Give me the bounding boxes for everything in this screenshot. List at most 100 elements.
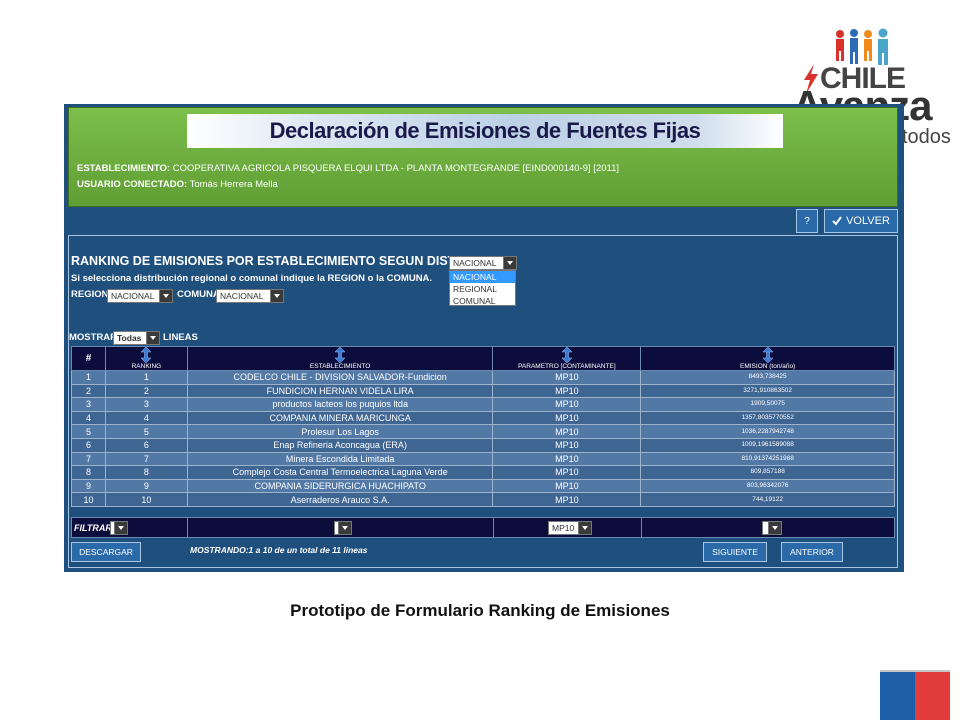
comuna-select[interactable]: NACIONAL: [216, 289, 284, 303]
anterior-button-label: ANTERIOR: [790, 547, 834, 557]
table-row[interactable]: 2 2 FUNDICION HERNAN VIDELA LIRA MP10 3271,9…: [71, 383, 895, 399]
slide-caption: Prototipo de Formulario Ranking de Emisi…: [290, 601, 670, 620]
ranking-instructions: Si selecciona distribución regional o co…: [71, 273, 433, 284]
dropdown-option-comunal[interactable]: COMUNAL: [450, 295, 515, 307]
row-establecimiento: COMPANIA SIDERURGICA HUACHIPATO: [186, 478, 494, 494]
check-icon: [832, 216, 842, 226]
row-parametro: MP10: [492, 397, 642, 412]
table-row[interactable]: 10 10 Aserraderos Arauco S.A. MP10 744,19122: [71, 492, 895, 507]
table-row[interactable]: 7 7 Minera Escondida Limitada MP10 810,91374…: [71, 451, 895, 467]
descargar-button[interactable]: DESCARGAR: [71, 542, 141, 562]
table-row[interactable]: 5 5 Prolesur Los Lagos MP10 1036,2287942748: [71, 424, 895, 439]
page-title: Declaración de Emisiones de Fuentes Fija…: [269, 118, 701, 143]
app-frame: Declaración de Emisiones de Fuentes Fija…: [64, 104, 904, 572]
row-ranking: 7: [104, 451, 188, 467]
filtrar-label: FILTRAR: [74, 523, 112, 533]
row-emision: 809,857188: [640, 465, 895, 480]
row-ranking: 4: [104, 410, 188, 426]
row-parametro: MP10: [492, 410, 642, 426]
table-row[interactable]: 8 8 Complejo Costa Central Termoelectrica …: [71, 465, 895, 480]
row-ranking: 9: [104, 478, 188, 494]
table-row[interactable]: 1 1 CODELCO CHILE - DIVISION SALVADOR-Fund…: [71, 370, 895, 385]
column-header-ranking[interactable]: RANKING: [104, 346, 188, 371]
row-establecimiento: CODELCO CHILE - DIVISION SALVADOR-Fundic…: [186, 370, 494, 385]
filter-row: FILTRAR MP10: [71, 517, 895, 538]
row-number: 10: [71, 492, 106, 507]
row-emision: 3271,910863502: [640, 383, 895, 399]
help-button[interactable]: ?: [796, 209, 818, 233]
row-parametro: MP10: [492, 478, 642, 494]
chevron-down-icon[interactable]: [338, 522, 351, 534]
distribucion-select-value: NACIONAL: [453, 258, 497, 268]
row-establecimiento: FUNDICION HERNAN VIDELA LIRA: [186, 383, 494, 399]
table-row[interactable]: 9 9 COMPANIA SIDERURGICA HUACHIPATO MP10 803…: [71, 478, 895, 494]
ranking-panel: RANKING DE EMISIONES POR ESTABLECIMIENTO…: [68, 235, 898, 568]
mostrar-select[interactable]: Todas: [113, 331, 160, 345]
chevron-down-icon[interactable]: [578, 522, 591, 534]
row-number: 7: [71, 451, 106, 467]
column-header-parametro[interactable]: PARAMETRO [CONTAMINANTE]: [492, 346, 642, 371]
filter-ranking-select[interactable]: [110, 521, 128, 535]
table-row[interactable]: 4 4 COMPANIA MINERA MARICUNGA MP10 1357,8035…: [71, 410, 895, 426]
establecimiento-value: COOPERATIVA AGRICOLA PISQUERA ELQUI LTDA…: [172, 163, 620, 174]
chevron-down-icon[interactable]: [768, 522, 781, 534]
sort-arrows-icon[interactable]: [762, 347, 774, 363]
row-emision: 1909,50075: [640, 397, 895, 412]
filter-parametro-select[interactable]: MP10: [548, 521, 592, 535]
row-emision: 8493,738425: [640, 370, 895, 385]
anterior-button[interactable]: ANTERIOR: [781, 542, 843, 562]
row-establecimiento: Aserraderos Arauco S.A.: [186, 492, 494, 507]
chevron-down-icon[interactable]: [114, 522, 127, 534]
filter-parametro-value: MP10: [552, 523, 575, 533]
chevron-down-icon[interactable]: [146, 332, 159, 344]
ranking-table: # RANKING ESTABLECIMIENTO PARAMETRO [CON…: [71, 346, 895, 507]
row-number: 2: [71, 383, 106, 399]
row-parametro: MP10: [492, 370, 642, 385]
row-number: 5: [71, 424, 106, 439]
column-header-establecimiento[interactable]: ESTABLECIMIENTO: [186, 346, 494, 371]
establecimiento-label: ESTABLECIMIENTO:: [77, 163, 171, 174]
row-ranking: 8: [104, 465, 188, 480]
row-parametro: MP10: [492, 451, 642, 467]
usuario-label: USUARIO CONECTADO:: [77, 179, 188, 190]
row-number: 3: [71, 397, 106, 412]
filter-emision-select[interactable]: [762, 521, 782, 535]
region-select[interactable]: NACIONAL: [107, 289, 173, 303]
sort-arrows-icon[interactable]: [140, 347, 153, 363]
row-establecimiento: productos lacteos los puquios ltda: [186, 397, 494, 412]
row-number: 4: [71, 410, 106, 426]
table-row[interactable]: 6 6 Enap Refineria Aconcagua (ERA) MP10 1009…: [71, 437, 895, 453]
siguiente-button-label: SIGUIENTE: [712, 547, 758, 557]
row-ranking: 6: [104, 437, 188, 453]
column-header-number: #: [71, 346, 106, 371]
sort-arrows-icon[interactable]: [561, 347, 573, 363]
distribucion-dropdown-list: NACIONAL REGIONAL COMUNAL: [449, 270, 516, 306]
descargar-button-label: DESCARGAR: [79, 547, 133, 557]
table-row[interactable]: 3 3 productos lacteos los puquios ltda MP10…: [71, 397, 895, 412]
row-emision: 1036,2287942748: [640, 424, 895, 439]
chevron-down-icon[interactable]: [159, 290, 172, 302]
sort-arrows-icon[interactable]: [334, 347, 346, 363]
filter-divider: [187, 518, 188, 537]
row-parametro: MP10: [492, 383, 642, 399]
row-emision: 1357,8035770552: [640, 410, 895, 426]
column-header-emision[interactable]: EMISION (ton/año): [640, 346, 895, 371]
dropdown-option-regional[interactable]: REGIONAL: [450, 283, 515, 295]
volver-button[interactable]: VOLVER: [824, 209, 898, 233]
filter-establecimiento-select[interactable]: [334, 521, 352, 535]
filter-divider: [641, 518, 642, 537]
region-select-value: NACIONAL: [111, 291, 155, 301]
chevron-down-icon[interactable]: [270, 290, 283, 302]
row-number: 6: [71, 437, 106, 453]
siguiente-button[interactable]: SIGUIENTE: [703, 542, 767, 562]
dropdown-option-nacional[interactable]: NACIONAL: [450, 271, 515, 283]
table-header-row: # RANKING ESTABLECIMIENTO PARAMETRO [CON…: [71, 346, 895, 371]
row-emision: 1009,1961589088: [640, 437, 895, 453]
filter-divider: [493, 518, 494, 537]
distribucion-select[interactable]: NACIONAL: [449, 256, 517, 270]
establecimiento-info: ESTABLECIMIENTO: COOPERATIVA AGRICOLA PI…: [77, 163, 619, 174]
chevron-down-icon[interactable]: [503, 257, 516, 269]
title-banner: Declaración de Emisiones de Fuentes Fija…: [187, 114, 783, 148]
comuna-label: COMUNA: [177, 289, 220, 300]
row-establecimiento: COMPANIA MINERA MARICUNGA: [186, 410, 494, 426]
